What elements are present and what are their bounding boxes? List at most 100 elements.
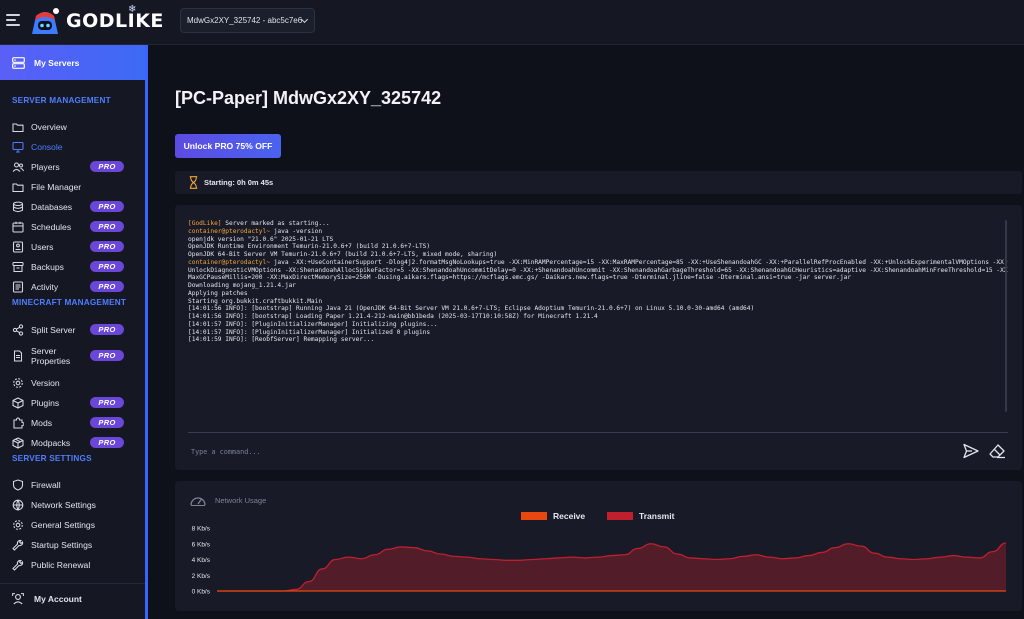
sidebar-item-label: Databases [31,202,73,212]
clear-console-button[interactable] [988,443,1006,459]
sidebar-item-version[interactable]: Version [12,374,130,392]
command-input[interactable] [191,445,891,459]
console-text: UnlockDiagnosticVMOptions -XX:Shenandoah… [188,266,1008,274]
y-tick-label: 8 Kb/s [192,526,211,533]
console-text: [14:01:57 INFO]: [PluginInitializerManag… [188,320,438,328]
console-line: MaxGCPauseMillis=200 -XX:MaxDirectMemory… [188,274,1008,282]
area-transmit [217,542,1006,591]
sidebar-item-label: Schedules [31,222,72,232]
sidebar-item-label: Network Settings [31,500,96,510]
monitor-icon [12,141,24,153]
my-account-label: My Account [34,593,82,604]
network-icon [12,499,24,511]
network-usage-panel: Network Usage Receive Transmit 0 Kb/s 2 K… [175,481,1022,611]
sidebar-item-firewall[interactable]: Firewall [12,476,130,494]
console-text: OpenJDK 64-Bit Server VM Temurin-21.0.6+… [188,251,498,258]
sidebar-item-modpacks[interactable]: Modpacks PRO [12,434,130,452]
console-line: [14:01:57 INFO]: [PluginInitializerManag… [188,329,1008,337]
calendar-icon [12,221,24,233]
sidebar-item-startup-settings[interactable]: Startup Settings [12,536,130,554]
gear-icon [12,377,24,389]
sidebar-item-console[interactable]: Console [12,138,130,156]
sidebar-item-split-server[interactable]: Split Server PRO [12,321,130,339]
sidebar-item-general-settings[interactable]: General Settings [12,516,130,534]
file-icon [12,350,24,362]
archive-icon [12,261,24,273]
console-text: [14:01:57 INFO]: [PluginInitializerManag… [188,328,431,336]
pro-badge: PRO [90,324,124,335]
top-bar: GODLIKE ❄ MdwGx2XY_325742 - abc5c7e6 [0,0,1024,45]
sidebar-item-players[interactable]: Players PRO [12,158,130,176]
pro-badge: PRO [90,281,124,292]
y-tick-label: 0 Kb/s [192,589,211,596]
database-icon [12,201,24,213]
sidebar-item-label: Version [31,378,60,388]
id-card-icon [12,241,24,253]
sidebar-item-label: Players [31,162,60,172]
server-status-bar: Starting: 0h 0m 45s [175,171,1022,194]
console-prompt: container@pterodactyl~ [188,258,270,266]
sidebar-item-public-renewal[interactable]: Public Renewal [12,556,130,574]
sidebar-item-label: Server Properties [31,346,71,366]
sidebar-item-label: Activity [31,282,59,292]
console-line: OpenJDK 64-Bit Server VM Temurin-21.0.6+… [188,251,1008,259]
gear-icon [12,519,24,531]
sidebar-item-label: Public Renewal [31,560,91,570]
status-text: Starting: 0h 0m 45s [204,178,274,187]
sidebar-item-file-manager[interactable]: File Manager [12,178,130,196]
sidebar-item-label: Backups [31,262,64,272]
my-servers-label: My Servers [34,57,80,68]
sidebar-item-label: Overview [31,122,67,132]
robot-logo-icon [32,8,59,34]
sidebar-item-mods[interactable]: Mods PRO [12,414,130,432]
my-account-button[interactable]: My Account [0,583,145,613]
sidebar-item-overview[interactable]: Overview [12,118,130,136]
cube-icon [12,397,24,409]
list-icon [12,281,24,293]
my-servers-button[interactable]: My Servers [0,45,145,80]
console-line: UnlockDiagnosticVMOptions -XX:Shenandoah… [188,267,1008,275]
console-line: [14:01:57 INFO]: [PluginInitializerManag… [188,321,1008,329]
pro-badge: PRO [90,221,124,232]
sidebar-item-label: Firewall [31,480,61,490]
folder-icon [12,181,24,193]
command-divider [188,432,1008,433]
console-tag: [GodLike] [188,220,222,227]
console-panel: [GodLike] Server marked as starting... co… [175,205,1022,470]
sidebar-item-users[interactable]: Users PRO [12,238,130,256]
console-text: java -XX:+UseContainerSupport -Dlog4j2.f… [269,258,1008,266]
section-title-server-management: SERVER MANAGEMENT [12,96,111,105]
console-text: [14:01:59 INFO]: [ReobfServer] Remapping… [188,336,375,344]
folder-icon [12,121,24,133]
y-tick-label: 4 Kb/s [192,557,211,564]
sidebar-item-plugins[interactable]: Plugins PRO [12,394,130,412]
menu-toggle-icon[interactable] [6,14,20,26]
logo[interactable]: GODLIKE [26,4,164,38]
pro-badge: PRO [90,241,124,252]
console-line: [GodLike] Server marked as starting... [188,220,1008,228]
page-title: [PC-Paper] MdwGx2XY_325742 [175,88,442,108]
server-selector[interactable]: MdwGx2XY_325742 - abc5c7e6 [180,8,315,33]
sidebar-item-network-settings[interactable]: Network Settings [12,496,130,514]
console-output[interactable]: [GodLike] Server marked as starting... co… [188,220,1008,420]
share-icon [12,324,24,336]
shield-icon [12,479,24,491]
users-icon [12,161,24,173]
sidebar-item-label: File Manager [31,182,82,192]
sidebar-item-activity[interactable]: Activity PRO [12,278,130,296]
sidebar-item-schedules[interactable]: Schedules PRO [12,218,130,236]
console-scrollbar[interactable] [1005,220,1007,412]
eraser-icon [989,444,1005,459]
sidebar-item-label: Startup Settings [31,540,93,550]
unlock-pro-button[interactable]: Unlock PRO 75% OFF [175,134,281,158]
sidebar-item-label: Modpacks [31,438,71,448]
sidebar-item-backups[interactable]: Backups PRO [12,258,130,276]
console-text: Applying patches [188,289,248,297]
console-line: container@pterodactyl~ java -XX:+UseCont… [188,259,1008,267]
sidebar-item-server-properties[interactable]: Server Properties PRO [12,346,130,366]
console-text: java -version [269,227,323,235]
send-command-button[interactable] [962,443,980,459]
section-title-server-settings: SERVER SETTINGS [12,454,92,463]
sidebar-item-databases[interactable]: Databases PRO [12,198,130,216]
send-icon [963,443,979,459]
